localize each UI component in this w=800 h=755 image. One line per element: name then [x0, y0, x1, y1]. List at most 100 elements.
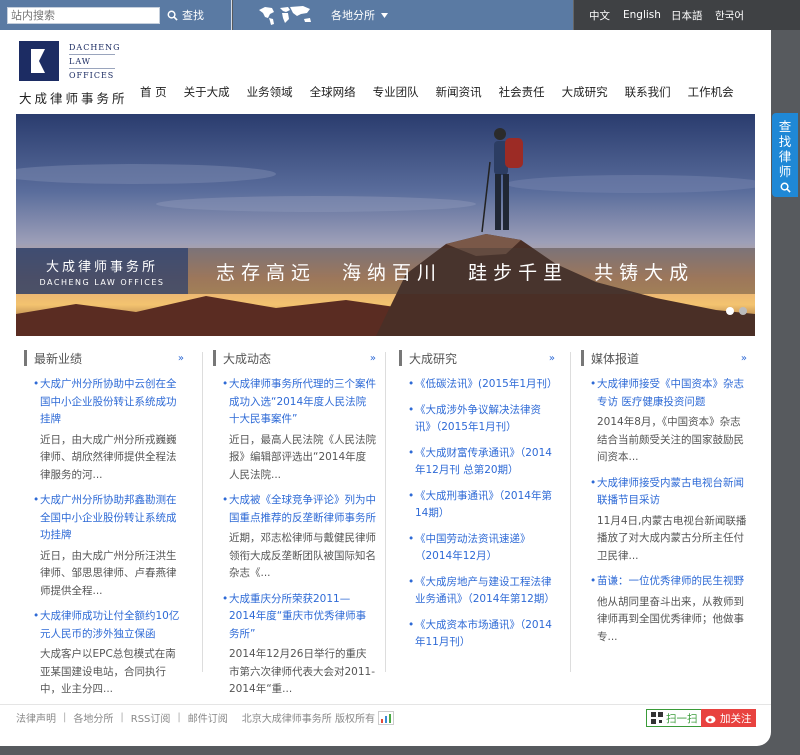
- news-item-summary: 近日，由大成广州分所汪洪生律师、邹思思律师、卢春燕律师提供全程...: [40, 549, 177, 597]
- news-item-summary: 11月4日,内蒙古电视台新闻联播播放了对大成内蒙古分所主任付卫民律...: [597, 514, 747, 562]
- column-list: 大成律师接受《中国资本》杂志专访 医疗健康投资问题 2014年8月，《中国资本》杂…: [581, 376, 747, 646]
- search-icon: [167, 10, 178, 21]
- nav-news[interactable]: 新闻资讯: [436, 84, 482, 100]
- news-item-summary: 近日，由大成广州分所戎巍巍律师、胡欣然律师提供全程法律服务的河...: [40, 433, 177, 481]
- footer-branches-link[interactable]: 各地分所: [73, 710, 113, 725]
- column-header: 媒体报道 »: [581, 350, 747, 366]
- news-item-title[interactable]: 《中国劳动法资讯速递》（2014年12月）: [408, 531, 555, 566]
- column-title: 大成动态: [223, 351, 272, 366]
- caret-down-icon: [381, 13, 388, 18]
- footer-rss-link[interactable]: RSS订阅: [131, 710, 171, 725]
- lang-korean[interactable]: 한국어: [715, 8, 744, 23]
- top-bar: 查找 各地分所 中文 English 日本語 한국어: [0, 0, 800, 30]
- footer-separator: |: [63, 712, 67, 723]
- news-item-summary: 近日，最高人民法院《人民法院报》编辑部评选出“2014年度人民法院...: [229, 433, 376, 481]
- footer-email-link[interactable]: 邮件订阅: [188, 710, 228, 725]
- news-item-title[interactable]: 大成重庆分所荣获2011—2014年度“重庆市优秀律师事务所”: [222, 591, 376, 644]
- column-list: 《低碳法讯》(2015年1月刊） 《大成涉外争议解决法律资讯》（2015年1月刊）…: [399, 376, 558, 660]
- more-link[interactable]: »: [178, 353, 184, 364]
- news-item-title[interactable]: 大成广州分所协助中云创在全国中小企业股份转让系统成功挂牌: [33, 376, 184, 429]
- nav-research[interactable]: 大成研究: [562, 84, 608, 100]
- column-dacheng-news: 大成动态 » 大成律师事务所代理的三个案件成功入选“2014年度人民法院十大民事案件…: [213, 350, 376, 707]
- wechat-scan-button[interactable]: 扫一扫: [646, 709, 703, 727]
- nav-contact[interactable]: 联系我们: [625, 84, 671, 100]
- more-link[interactable]: »: [370, 353, 376, 364]
- banner-firm-label: 大成律师事务所 DACHENG LAW OFFICES: [16, 248, 188, 294]
- nav-careers[interactable]: 工作机会: [688, 84, 734, 100]
- footer-separator: |: [120, 712, 124, 723]
- nav-global-network[interactable]: 全球网络: [310, 84, 356, 100]
- news-item-title[interactable]: 《大成刑事通讯》（2014年第14期）: [408, 488, 555, 523]
- news-item-title[interactable]: 大成律师接受内蒙古电视台新闻联播节目采访: [590, 475, 747, 510]
- find-lawyer-char: 师: [778, 164, 792, 179]
- news-item-title[interactable]: 《大成资本市场通讯》（2014年11月刊）: [408, 617, 555, 652]
- nav-professionals[interactable]: 专业团队: [373, 84, 419, 100]
- main-nav: 首 页 关于大成 业务领域 全球网络 专业团队 新闻资讯 社会责任 大成研究 联…: [140, 84, 751, 100]
- site-search-input[interactable]: [7, 7, 160, 24]
- banner-label-cn: 大成律师事务所: [45, 260, 158, 275]
- logo-english: DACHENG LAW OFFICES: [69, 41, 120, 82]
- search-icon: [780, 182, 791, 193]
- footer-copyright: 北京大成律师事务所 版权所有: [241, 714, 375, 725]
- column-list: 大成律师事务所代理的三个案件成功入选“2014年度人民法院十大民事案件”近日，最…: [213, 376, 376, 699]
- banner-dot-1[interactable]: [726, 307, 734, 315]
- world-map-icon: [259, 6, 311, 25]
- nav-practice-areas[interactable]: 业务领域: [247, 84, 293, 100]
- news-item-title[interactable]: 大成广州分所协助邦鑫勘测在全国中小企业股份转让系统成功挂牌: [33, 492, 184, 545]
- news-item-title[interactable]: 《大成涉外争议解决法律资讯》（2015年1月刊）: [408, 402, 555, 437]
- news-item-title[interactable]: 苗谦：一位优秀律师的民生视野: [590, 573, 747, 591]
- weibo-icon: [705, 715, 716, 723]
- weibo-follow-button[interactable]: 加关注: [701, 709, 756, 727]
- news-item-summary: 2014年12月26日举行的重庆市第六次律师代表大会对2011-2014年“重.…: [229, 648, 376, 695]
- column-research: 大成研究 » 《低碳法讯》(2015年1月刊） 《大成涉外争议解决法律资讯》（2015…: [399, 350, 558, 660]
- footer-divider: [0, 704, 771, 705]
- news-item-title[interactable]: 大成律师事务所代理的三个案件成功入选“2014年度人民法院十大民事案件”: [222, 376, 376, 429]
- weibo-follow-label: 加关注: [720, 712, 752, 725]
- column-header: 最新业绩 »: [24, 350, 184, 366]
- column-title: 大成研究: [409, 351, 458, 366]
- lang-japanese[interactable]: 日本語: [671, 8, 703, 23]
- column-divider: [570, 352, 571, 672]
- news-item-title[interactable]: 《低碳法讯》(2015年1月刊）: [408, 376, 558, 394]
- stats-icon[interactable]: [377, 710, 394, 725]
- lang-english[interactable]: English: [623, 9, 661, 21]
- search-button-label: 查找: [182, 9, 204, 22]
- news-item-title[interactable]: 大成被《全球竞争评论》列为中国重点推荐的反垄断律师事务所: [222, 492, 376, 527]
- column-list: 大成广州分所协助中云创在全国中小企业股份转让系统成功挂牌近日，由大成广州分所戎巍…: [24, 376, 184, 699]
- news-item-summary: 近期，邓志松律师与戴健民律师领衔大成反垄断团队被国际知名杂志《...: [229, 532, 376, 579]
- footer: 法律声明 | 各地分所 | RSS订阅 | 邮件订阅 北京大成律师事务所 版权所…: [16, 710, 394, 725]
- more-link[interactable]: »: [549, 353, 555, 364]
- nav-home[interactable]: 首 页: [140, 84, 167, 100]
- footer-legal-link[interactable]: 法律声明: [16, 710, 56, 725]
- lang-chinese[interactable]: 中文: [589, 8, 610, 23]
- logo-en-line: DACHENG: [69, 41, 120, 55]
- column-header: 大成动态 »: [213, 350, 376, 366]
- column-title: 媒体报道: [591, 351, 640, 366]
- logo-mark: [19, 41, 59, 81]
- wechat-scan-label: 扫一扫: [666, 712, 698, 725]
- banner-label-en: DACHENG LAW OFFICES: [39, 278, 165, 287]
- region-dropdown[interactable]: 各地分所: [331, 7, 388, 24]
- news-item-summary: 大成客户以EPC总包模式在南亚某国建设电站，合同执行中，业主分四...: [40, 648, 176, 695]
- more-link[interactable]: »: [741, 353, 747, 364]
- news-item-title[interactable]: 《大成房地产与建设工程法律业务通讯》（2014年第12期）: [408, 574, 555, 609]
- banner-dot-2[interactable]: [739, 307, 747, 315]
- footer-separator: |: [177, 712, 181, 723]
- column-title: 最新业绩: [34, 351, 83, 366]
- logo-chinese: 大成律师事务所: [19, 91, 128, 106]
- nav-social-responsibility[interactable]: 社会责任: [499, 84, 545, 100]
- logo-en-line: LAW: [69, 55, 115, 69]
- find-lawyer-char: 找: [778, 134, 792, 149]
- qr-code-icon: [651, 712, 663, 724]
- nav-about[interactable]: 关于大成: [184, 84, 230, 100]
- news-item-title[interactable]: 大成律师接受《中国资本》杂志专访 医疗健康投资问题: [590, 376, 747, 411]
- news-item-title[interactable]: 《大成财富传承通讯》（2014年12月刊 总第20期）: [408, 445, 555, 480]
- hero-banner[interactable]: 大成律师事务所 DACHENG LAW OFFICES 志存高远 海纳百川 跬步…: [16, 114, 755, 336]
- site-search-area: 查找: [0, 0, 232, 30]
- logo-en-line: OFFICES: [69, 71, 115, 80]
- column-divider: [385, 352, 386, 672]
- news-item-title[interactable]: 大成律师成功让付全额约10亿元人民币的涉外独立保函: [33, 608, 184, 643]
- region-dropdown-label: 各地分所: [331, 9, 375, 22]
- find-lawyer-tab[interactable]: 查 找 律 师: [772, 113, 798, 197]
- search-button[interactable]: 查找: [167, 7, 204, 24]
